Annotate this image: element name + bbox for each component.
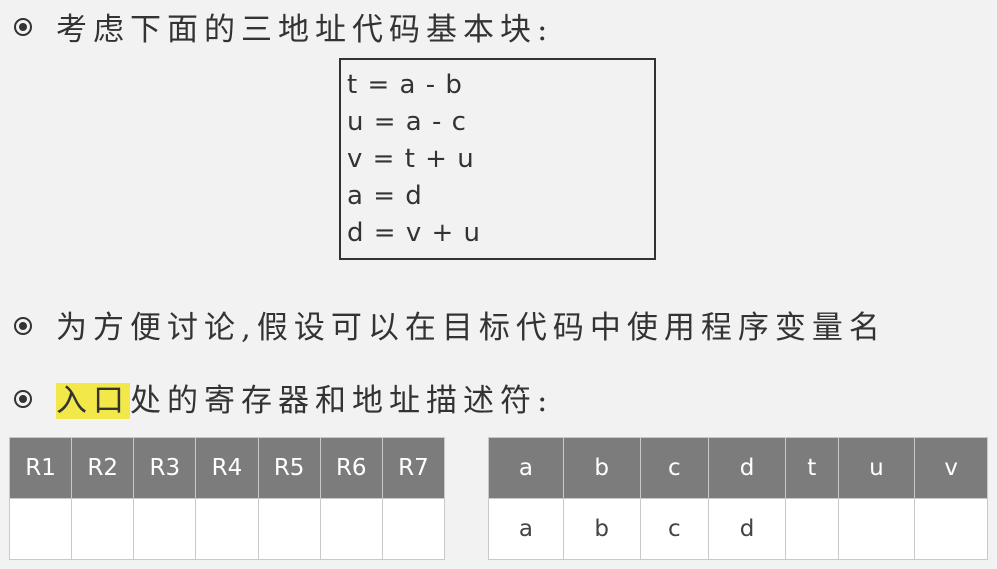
- table-cell: [195, 498, 259, 560]
- bullet-text-1: 考虑下面的三地址代码基本块:: [56, 12, 554, 48]
- table-cell: [133, 498, 197, 560]
- bullet-icon: [14, 390, 32, 408]
- table-header-cell: R2: [71, 437, 135, 499]
- table-header-cell: t: [784, 437, 839, 499]
- table-header-cell: c: [639, 437, 710, 499]
- table-header-row: a b c d t u v: [488, 437, 988, 499]
- table-cell: d: [708, 498, 786, 560]
- bullet-text-2: 为方便讨论,假设可以在目标代码中使用程序变量名: [56, 310, 886, 346]
- highlight-text: 入口: [56, 383, 130, 419]
- table-cell: [319, 498, 383, 560]
- code-line: a = d: [347, 181, 423, 211]
- table-header-cell: a: [488, 437, 564, 499]
- table-header-cell: d: [708, 437, 786, 499]
- table-cell: [257, 498, 321, 560]
- table-cell: [71, 498, 135, 560]
- code-line: v = t + u: [347, 144, 475, 174]
- table-header-cell: R5: [257, 437, 321, 499]
- table-cell: c: [639, 498, 710, 560]
- table-cell: [784, 498, 839, 560]
- table-cell: a: [488, 498, 564, 560]
- register-descriptor-table: R1 R2 R3 R4 R5 R6 R7: [8, 437, 446, 560]
- table-header-cell: v: [914, 437, 988, 499]
- table-header-cell: R7: [381, 437, 446, 499]
- table-cell: [914, 498, 988, 560]
- table-row: a b c d: [488, 498, 988, 560]
- table-cell: [837, 498, 916, 560]
- code-line: u = a - c: [347, 107, 467, 137]
- bullet-text-3-rest: 处的寄存器和地址描述符:: [130, 383, 554, 419]
- table-header-cell: R1: [8, 437, 73, 499]
- table-header-cell: u: [837, 437, 916, 499]
- table-header-cell: b: [562, 437, 641, 499]
- table-cell: [8, 498, 73, 560]
- table-header-cell: R3: [133, 437, 197, 499]
- table-cell: b: [562, 498, 641, 560]
- table-cell: [381, 498, 446, 560]
- table-header-row: R1 R2 R3 R4 R5 R6 R7: [8, 437, 446, 499]
- bullet-icon: [14, 317, 32, 335]
- address-descriptor-table: a b c d t u v a b c d: [488, 437, 988, 560]
- code-line: t = a - b: [347, 70, 463, 100]
- table-header-cell: R4: [195, 437, 259, 499]
- table-header-cell: R6: [319, 437, 383, 499]
- table-row: [8, 498, 446, 560]
- bullet-text-3: 入口处的寄存器和地址描述符:: [56, 375, 553, 420]
- code-block: t = a - b u = a - c v = t + u a = d d = …: [339, 58, 656, 260]
- bullet-icon: [14, 18, 32, 36]
- code-line: d = v + u: [347, 218, 481, 248]
